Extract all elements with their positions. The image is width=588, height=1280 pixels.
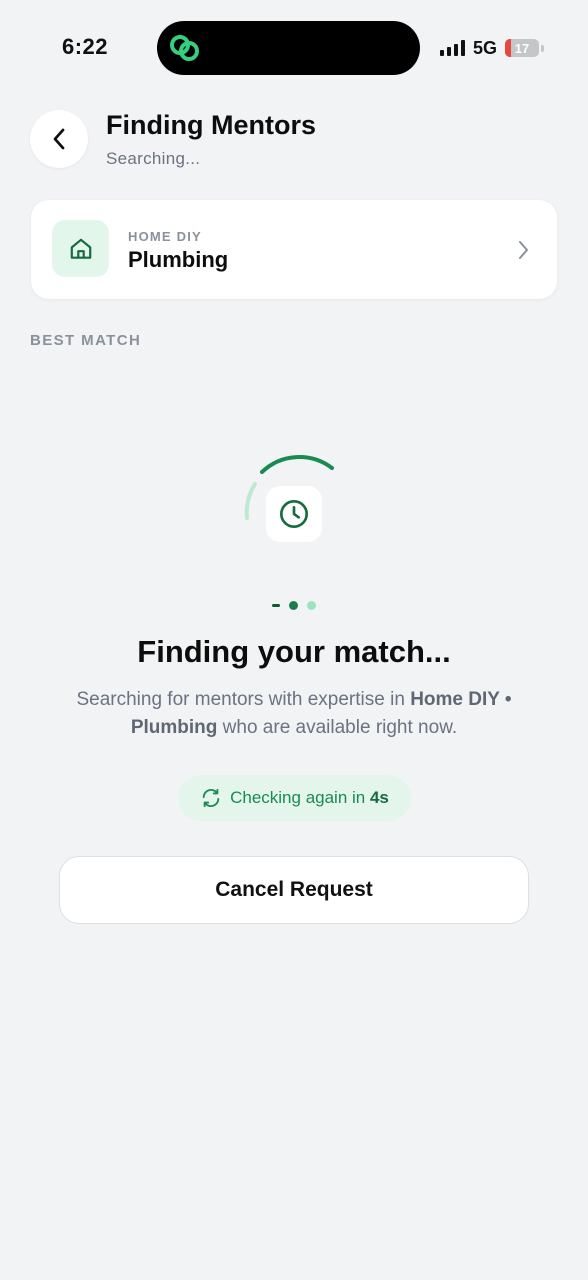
- linked-rings-icon: [170, 35, 199, 61]
- page-subtitle: Searching...: [106, 149, 201, 168]
- loading-headline: Finding your match...: [137, 634, 451, 669]
- checking-status-pill: Checking again in 4s: [178, 775, 411, 821]
- status-time: 6:22: [62, 34, 109, 59]
- category-icon-box: [52, 220, 109, 277]
- description-suffix: who are available right now.: [217, 717, 458, 738]
- category-label: HOME DIY: [128, 229, 202, 244]
- home-icon: [70, 238, 91, 259]
- chevron-left-icon: [53, 128, 65, 150]
- page-title: Finding Mentors: [106, 110, 316, 140]
- network-label: 5G: [472, 37, 497, 58]
- chevron-right-icon: [519, 241, 528, 259]
- dot: [307, 601, 316, 610]
- clock-icon: [280, 500, 308, 528]
- checking-seconds: 4s: [369, 788, 389, 807]
- dynamic-island: [157, 21, 420, 75]
- battery-icon: 17: [505, 39, 539, 57]
- progress-dots: [270, 600, 320, 612]
- signal-icon: [439, 40, 465, 56]
- loading-description: Searching for mentors with expertise in …: [54, 686, 534, 742]
- status-bar: 6:22 5G 17: [0, 0, 588, 96]
- status-indicators: 5G 17: [439, 36, 544, 60]
- category-card[interactable]: HOME DIY Plumbing: [31, 200, 557, 299]
- category-name: Plumbing: [128, 247, 229, 272]
- clock-tile: [266, 486, 322, 542]
- back-button[interactable]: [30, 110, 88, 168]
- battery-fill: [505, 39, 511, 57]
- dot: [289, 601, 298, 610]
- cancel-request-button[interactable]: Cancel Request: [59, 856, 529, 924]
- description-prefix: Searching for mentors with expertise in: [76, 689, 411, 710]
- battery-level: 17: [514, 40, 530, 56]
- refresh-icon: [202, 788, 220, 808]
- dot-active: [272, 604, 280, 607]
- checking-text: Checking again in 4s: [230, 788, 389, 808]
- section-label: BEST MATCH: [30, 332, 142, 349]
- checking-label: Checking again in: [230, 788, 370, 807]
- battery-cap: [541, 44, 544, 52]
